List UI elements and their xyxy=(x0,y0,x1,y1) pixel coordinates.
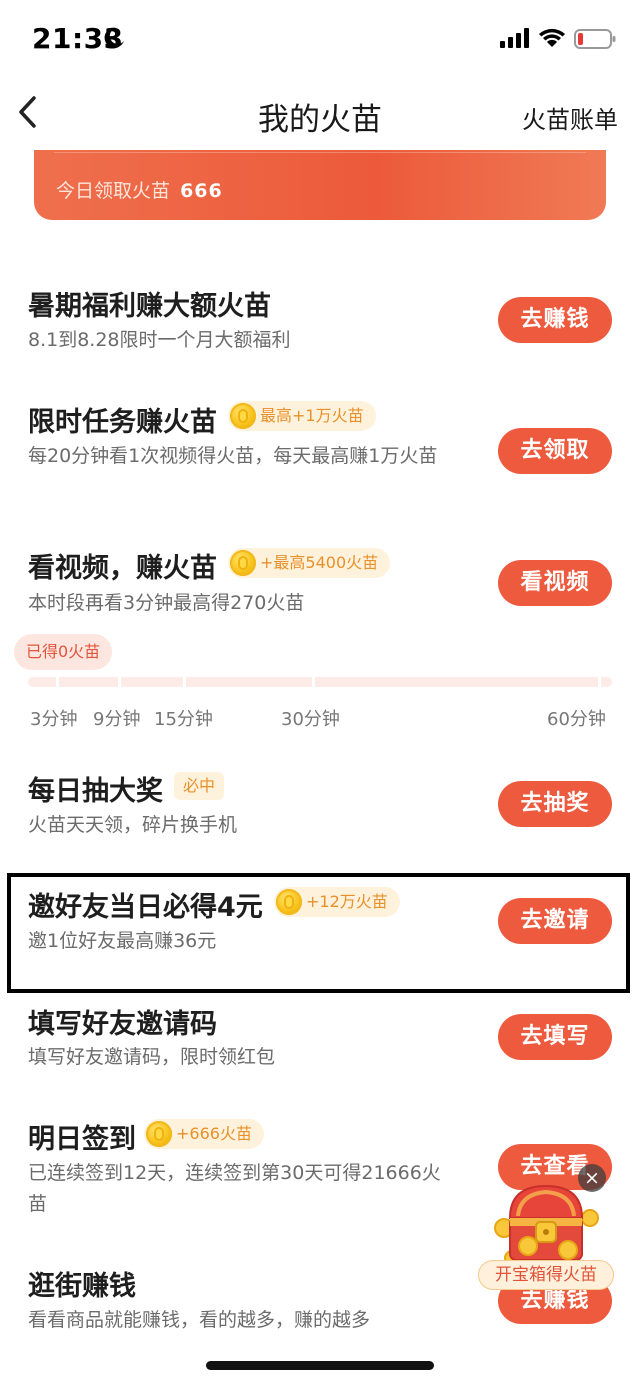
treasure-chest-icon xyxy=(494,1184,599,1266)
treasure-chest-widget[interactable]: × 开宝箱得火苗 xyxy=(478,1164,614,1294)
treasure-label: 开宝箱得火苗 xyxy=(478,1260,614,1290)
close-icon: × xyxy=(584,1167,600,1189)
task-desc: 看看商品就能赚钱，看的越多，赚的越多 xyxy=(28,1309,371,1330)
task-title: 逛街赚钱 xyxy=(28,1271,136,1302)
close-treasure-button[interactable]: × xyxy=(578,1164,606,1192)
task-shopping-earn: 逛街赚钱 看看商品就能赚钱，看的越多，赚的越多 去赚钱 xyxy=(0,0,640,1330)
home-indicator xyxy=(206,1361,434,1370)
